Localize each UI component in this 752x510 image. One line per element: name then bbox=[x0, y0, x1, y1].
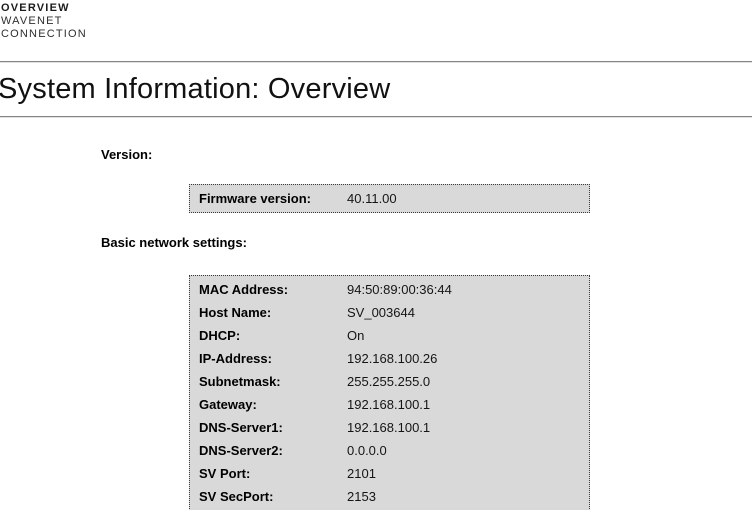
row-value: 192.168.100.26 bbox=[347, 347, 437, 370]
table-row: Firmware version: 40.11.00 bbox=[190, 187, 589, 210]
top-nav: OVERVIEW WAVENET CONNECTION bbox=[0, 0, 752, 41]
section-heading-version: Version: bbox=[101, 147, 752, 163]
network-box: MAC Address: 94:50:89:00:36:44 Host Name… bbox=[189, 275, 590, 510]
row-label: DNS-Server2: bbox=[199, 439, 347, 462]
table-row: SV SecPort: 2153 bbox=[190, 485, 589, 508]
row-label: DHCP: bbox=[199, 324, 347, 347]
row-value: 2101 bbox=[347, 462, 376, 485]
row-label: Subnetmask: bbox=[199, 370, 347, 393]
table-row: DHCP: On bbox=[190, 324, 589, 347]
row-label: Gateway: bbox=[199, 393, 347, 416]
table-row: MAC Address: 94:50:89:00:36:44 bbox=[190, 278, 589, 301]
row-label: SV SecPort: bbox=[199, 485, 347, 508]
row-value: 0.0.0.0 bbox=[347, 439, 387, 462]
row-label: SV Port: bbox=[199, 462, 347, 485]
row-value: 2153 bbox=[347, 485, 376, 508]
row-value: 192.168.100.1 bbox=[347, 416, 430, 439]
divider-title bbox=[0, 116, 752, 118]
row-label: IP-Address: bbox=[199, 347, 347, 370]
page-title: System Information: Overview bbox=[0, 72, 752, 106]
row-label: MAC Address: bbox=[199, 278, 347, 301]
row-value: 94:50:89:00:36:44 bbox=[347, 278, 452, 301]
table-row: Gateway: 192.168.100.1 bbox=[190, 393, 589, 416]
row-value: 40.11.00 bbox=[347, 187, 397, 210]
table-row: DNS-Server1: 192.168.100.1 bbox=[190, 416, 589, 439]
nav-item-wavenet[interactable]: WAVENET bbox=[1, 15, 752, 28]
section-heading-network: Basic network settings: bbox=[101, 235, 752, 251]
table-row: Host Name: SV_003644 bbox=[190, 301, 589, 324]
main-content: Version: Firmware version: 40.11.00 Basi… bbox=[0, 147, 752, 510]
divider-top bbox=[0, 61, 752, 63]
table-row: SV Port: 2101 bbox=[190, 462, 589, 485]
row-label: Host Name: bbox=[199, 301, 347, 324]
table-row: DNS-Server2: 0.0.0.0 bbox=[190, 439, 589, 462]
table-row: IP-Address: 192.168.100.26 bbox=[190, 347, 589, 370]
row-value: 255.255.255.0 bbox=[347, 370, 430, 393]
row-value: On bbox=[347, 324, 364, 347]
firmware-box: Firmware version: 40.11.00 bbox=[189, 184, 590, 213]
row-value: 192.168.100.1 bbox=[347, 393, 430, 416]
table-row: Subnetmask: 255.255.255.0 bbox=[190, 370, 589, 393]
row-value: SV_003644 bbox=[347, 301, 415, 324]
nav-item-overview[interactable]: OVERVIEW bbox=[1, 2, 752, 15]
nav-item-connection[interactable]: CONNECTION bbox=[1, 28, 752, 41]
row-label: Firmware version: bbox=[199, 187, 347, 210]
row-label: DNS-Server1: bbox=[199, 416, 347, 439]
